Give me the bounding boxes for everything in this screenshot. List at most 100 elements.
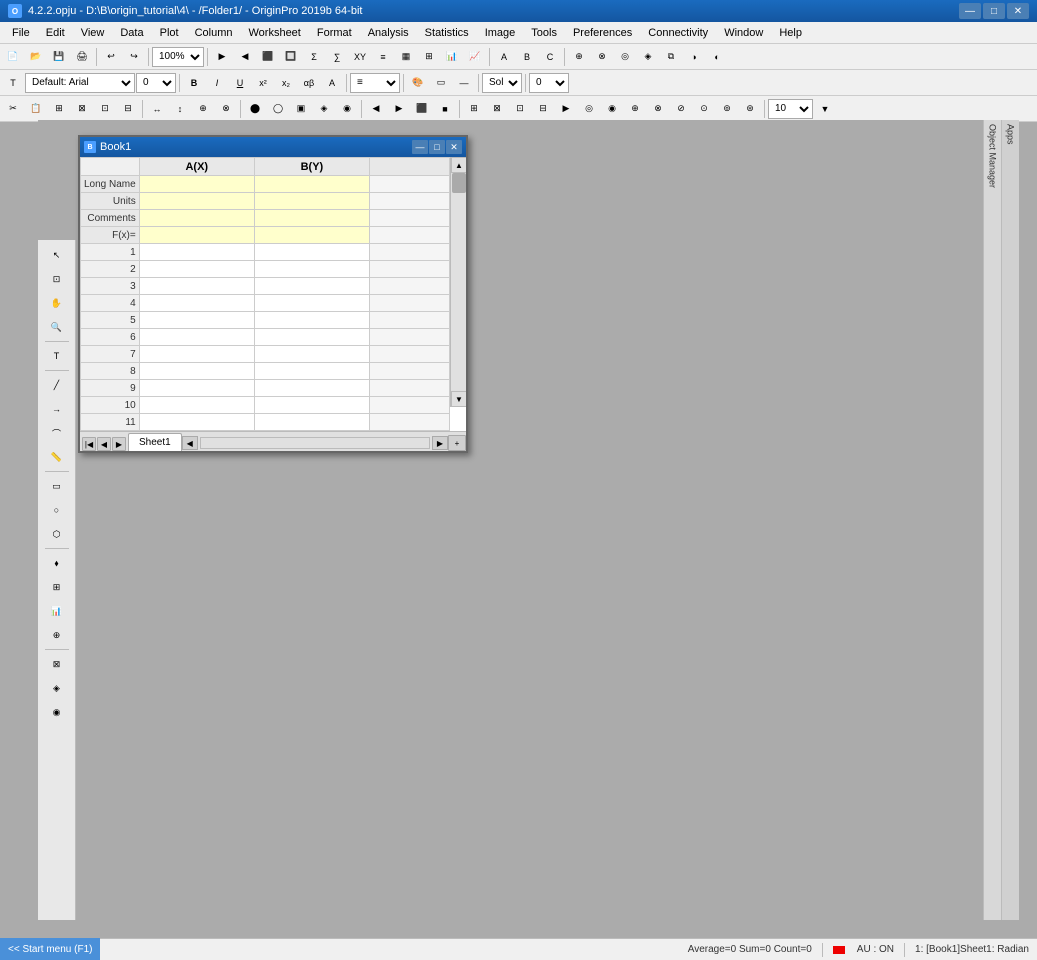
- italic-btn[interactable]: I: [206, 72, 228, 94]
- font-color-btn[interactable]: A: [321, 72, 343, 94]
- num-select[interactable]: 10: [768, 99, 813, 119]
- menu-image[interactable]: Image: [477, 25, 524, 41]
- sheet1-tab[interactable]: Sheet1: [128, 433, 182, 451]
- cell-2b[interactable]: [254, 261, 369, 278]
- tb-btn14[interactable]: B: [516, 46, 538, 68]
- t3-btn3[interactable]: ⊞: [48, 98, 70, 120]
- menu-tools[interactable]: Tools: [523, 25, 565, 41]
- t3-btn11[interactable]: ⬤: [244, 98, 266, 120]
- tb-btn3[interactable]: ⬛: [257, 46, 279, 68]
- tab-nav-next[interactable]: ▶: [112, 437, 126, 451]
- cell-9a[interactable]: [139, 380, 254, 397]
- line-btn[interactable]: —: [453, 72, 475, 94]
- format-btn1[interactable]: T: [2, 72, 24, 94]
- scale-tool[interactable]: ⬧: [44, 552, 70, 574]
- tb-btn17[interactable]: ⊗: [591, 46, 613, 68]
- tb-btn10[interactable]: ⊞: [418, 46, 440, 68]
- cell-8a[interactable]: [139, 363, 254, 380]
- t3-btn17[interactable]: ▶: [388, 98, 410, 120]
- cell-8b[interactable]: [254, 363, 369, 380]
- line-style-select[interactable]: Sol: [482, 73, 522, 93]
- tab-nav-prev[interactable]: ◀: [97, 437, 111, 451]
- longname-a[interactable]: [139, 176, 254, 193]
- book1-minimize[interactable]: —: [412, 140, 428, 154]
- tb-btn12[interactable]: 📈: [464, 46, 486, 68]
- t3-btn27[interactable]: ⊕: [624, 98, 646, 120]
- cell-3a[interactable]: [139, 278, 254, 295]
- t3-btn9[interactable]: ⊕: [192, 98, 214, 120]
- menu-statistics[interactable]: Statistics: [417, 25, 477, 41]
- longname-b[interactable]: [254, 176, 369, 193]
- cell-1a[interactable]: [139, 244, 254, 261]
- t3-btn10[interactable]: ⊗: [215, 98, 237, 120]
- cell-9b[interactable]: [254, 380, 369, 397]
- minimize-button[interactable]: —: [959, 3, 981, 19]
- pan-tool[interactable]: ✋: [44, 292, 70, 314]
- menu-worksheet[interactable]: Worksheet: [240, 25, 308, 41]
- t3-btn28[interactable]: ⊗: [647, 98, 669, 120]
- sheet-add-btn[interactable]: +: [448, 435, 466, 451]
- tb-btn11[interactable]: 📊: [441, 46, 463, 68]
- tb-btn22[interactable]: ◐: [706, 46, 728, 68]
- menu-preferences[interactable]: Preferences: [565, 25, 640, 41]
- tb-btn6[interactable]: ∑: [326, 46, 348, 68]
- menu-view[interactable]: View: [73, 25, 113, 41]
- scroll-down-btn[interactable]: ▼: [451, 391, 466, 407]
- open-btn[interactable]: 📂: [25, 46, 47, 68]
- book1-close[interactable]: ✕: [446, 140, 462, 154]
- close-button[interactable]: ✕: [1007, 3, 1029, 19]
- t3-btn12[interactable]: ◯: [267, 98, 289, 120]
- cell-10b[interactable]: [254, 397, 369, 414]
- cell-11a[interactable]: [139, 414, 254, 431]
- tb-btn15[interactable]: C: [539, 46, 561, 68]
- col-header-b[interactable]: B(Y): [254, 158, 369, 176]
- units-b[interactable]: [254, 193, 369, 210]
- t3-btn22[interactable]: ⊡: [509, 98, 531, 120]
- start-menu-btn[interactable]: << Start menu (F1): [0, 938, 100, 960]
- arrow-tool[interactable]: ↖: [44, 244, 70, 266]
- extra-tool1[interactable]: ⊠: [44, 653, 70, 675]
- menu-analysis[interactable]: Analysis: [360, 25, 417, 41]
- t3-btn6[interactable]: ⊟: [117, 98, 139, 120]
- tb-btn4[interactable]: 🔲: [280, 46, 302, 68]
- font-size-select[interactable]: 0 8 10 12: [136, 73, 176, 93]
- t3-btn14[interactable]: ◈: [313, 98, 335, 120]
- tb-btn16[interactable]: ⊕: [568, 46, 590, 68]
- t3-btn32[interactable]: ⊛: [739, 98, 761, 120]
- t3-btn20[interactable]: ⊞: [463, 98, 485, 120]
- t3-btn29[interactable]: ⊘: [670, 98, 692, 120]
- cell-3b[interactable]: [254, 278, 369, 295]
- hscrollbar[interactable]: [200, 437, 430, 449]
- t3-btn30[interactable]: ⊙: [693, 98, 715, 120]
- scroll-up-btn[interactable]: ▲: [451, 157, 466, 173]
- tb-btn1[interactable]: ▶: [211, 46, 233, 68]
- cell-4a[interactable]: [139, 295, 254, 312]
- vertical-scrollbar[interactable]: ▲ ▼: [450, 157, 466, 407]
- t3-btn19[interactable]: ■: [434, 98, 456, 120]
- maximize-button[interactable]: □: [983, 3, 1005, 19]
- tb-btn18[interactable]: ◎: [614, 46, 636, 68]
- t3-btn31[interactable]: ⊚: [716, 98, 738, 120]
- data-tool[interactable]: ⊞: [44, 576, 70, 598]
- tb-btn7[interactable]: XY: [349, 46, 371, 68]
- t3-btn4[interactable]: ⊠: [71, 98, 93, 120]
- comments-a[interactable]: [139, 210, 254, 227]
- bg-color-btn[interactable]: 🎨: [407, 72, 429, 94]
- units-a[interactable]: [139, 193, 254, 210]
- cell-1b[interactable]: [254, 244, 369, 261]
- save-btn[interactable]: 💾: [48, 46, 70, 68]
- text-tool[interactable]: T: [44, 345, 70, 367]
- arrow-draw-tool[interactable]: →: [44, 398, 70, 420]
- curve-tool[interactable]: ⌒: [44, 422, 70, 444]
- tb-btn13[interactable]: A: [493, 46, 515, 68]
- col-header-a[interactable]: A(X): [139, 158, 254, 176]
- menu-file[interactable]: File: [4, 25, 38, 41]
- hscroll-left[interactable]: ◀: [182, 436, 198, 450]
- zoom-select[interactable]: 100% 75% 125% 150%: [152, 47, 204, 67]
- t3-btn23[interactable]: ⊟: [532, 98, 554, 120]
- menu-window[interactable]: Window: [716, 25, 771, 41]
- t3-btn8[interactable]: ↕: [169, 98, 191, 120]
- t3-btn13[interactable]: ▣: [290, 98, 312, 120]
- alpha-btn[interactable]: αβ: [298, 72, 320, 94]
- cell-5a[interactable]: [139, 312, 254, 329]
